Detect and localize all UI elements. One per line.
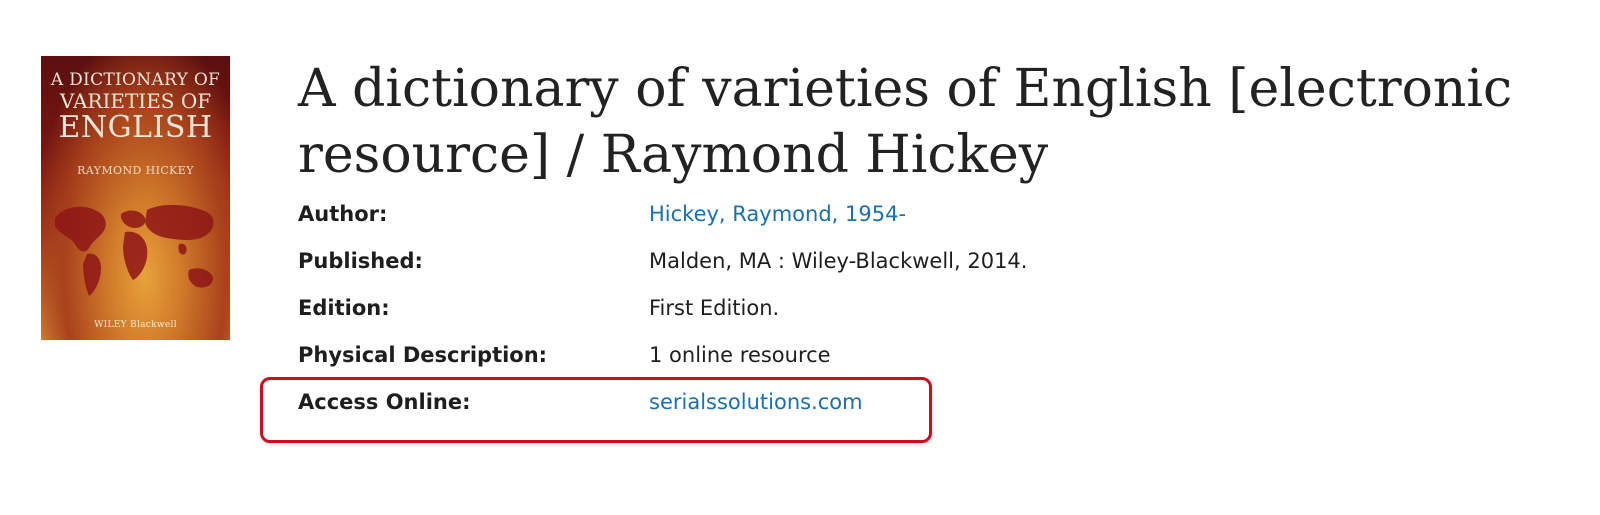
cover-title: A DICTIONARY OF VARIETIES OF ENGLISH — [41, 72, 230, 143]
cover-title-line-2: VARIETIES OF — [59, 89, 212, 113]
edition-value: First Edition. — [649, 296, 780, 320]
cover-title-line-1: A DICTIONARY OF — [50, 70, 221, 90]
record-title: A dictionary of varieties of English [el… — [298, 59, 1513, 185]
cover-author: RAYMOND HICKEY — [77, 164, 194, 177]
cover-title-line-3: ENGLISH — [58, 110, 213, 145]
access-online-link[interactable]: serialssolutions.com — [649, 390, 863, 414]
physical-description-value: 1 online resource — [649, 343, 831, 367]
book-cover-image[interactable]: A DICTIONARY OF VARIETIES OF ENGLISH RAY… — [41, 56, 230, 340]
cover-publisher-logo: WILEY Blackwell — [94, 320, 177, 330]
details-row-published: Published: Malden, MA : Wiley-Blackwell,… — [298, 243, 1398, 290]
physical-description-label: Physical Description: — [298, 343, 548, 367]
world-map-graphic — [55, 204, 214, 296]
edition-label: Edition: — [298, 296, 390, 320]
details-row-physical-description: Physical Description: 1 online resource — [298, 337, 1398, 384]
access-online-label: Access Online: — [298, 390, 471, 414]
record-page: A DICTIONARY OF VARIETIES OF ENGLISH RAY… — [0, 0, 1600, 515]
author-label: Author: — [298, 202, 388, 226]
published-label: Published: — [298, 249, 423, 273]
author-link[interactable]: Hickey, Raymond, 1954- — [649, 202, 906, 226]
record-details: Author: Hickey, Raymond, 1954- Published… — [298, 196, 1398, 431]
details-row-access-online: Access Online: serialssolutions.com — [298, 384, 1398, 431]
details-row-edition: Edition: First Edition. — [298, 290, 1398, 337]
published-value: Malden, MA : Wiley-Blackwell, 2014. — [649, 249, 1028, 273]
details-row-author: Author: Hickey, Raymond, 1954- — [298, 196, 1398, 243]
